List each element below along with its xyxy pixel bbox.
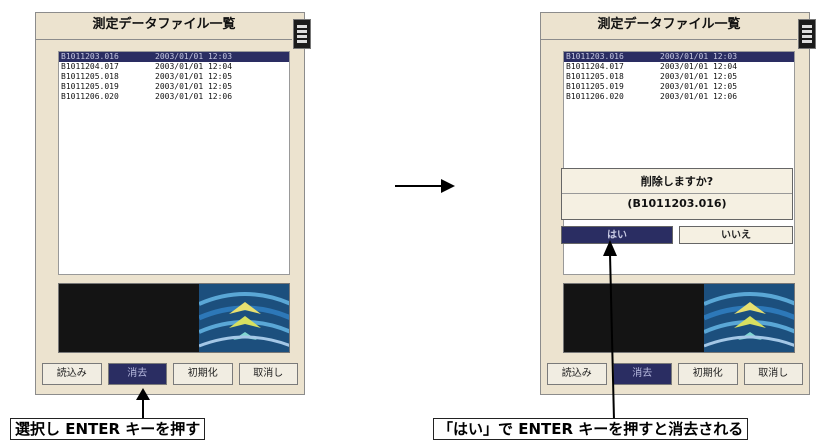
file-name: B1011206.020 — [61, 92, 119, 101]
file-name: B1011203.016 — [566, 52, 624, 61]
screen-title: 測定データファイル一覧 — [36, 13, 292, 40]
file-row[interactable]: B1011205.018 2003/01/01 12:05 — [564, 72, 794, 82]
file-row[interactable]: B1011205.019 2003/01/01 12:05 — [59, 82, 289, 92]
file-name: B1011205.019 — [566, 82, 624, 91]
no-button[interactable]: いいえ — [679, 226, 793, 244]
file-row[interactable]: B1011206.020 2003/01/01 12:06 — [564, 92, 794, 102]
function-key-bar: 読込み 消去 初期化 取消し — [547, 363, 803, 385]
file-date: 2003/01/01 12:03 — [660, 52, 738, 61]
read-button[interactable]: 読込み — [547, 363, 607, 385]
file-list: B1011203.016 2003/01/01 12:03 B1011204.0… — [58, 51, 290, 275]
file-row[interactable]: B1011206.020 2003/01/01 12:06 — [59, 92, 289, 102]
file-date: 2003/01/01 12:05 — [660, 72, 738, 81]
function-key-bar: 読込み 消去 初期化 取消し — [42, 363, 298, 385]
up-arrow-icon — [136, 388, 150, 418]
delete-button[interactable]: 消去 — [107, 363, 167, 385]
initialize-button[interactable]: 初期化 — [173, 363, 233, 385]
dialog-filename: (B1011203.016) — [627, 197, 727, 210]
file-date: 2003/01/01 12:05 — [155, 72, 233, 81]
file-name: B1011205.018 — [61, 72, 119, 81]
dialog-question: 削除しますか? — [640, 175, 714, 188]
instruction-caption-right: 「はい」で ENTER キーを押すと消去される — [433, 418, 749, 440]
file-date: 2003/01/01 12:05 — [155, 82, 233, 91]
file-name: B1011206.020 — [566, 92, 624, 101]
radar-scan-preview — [563, 283, 795, 353]
initialize-button[interactable]: 初期化 — [678, 363, 738, 385]
file-date: 2003/01/01 12:06 — [155, 92, 233, 101]
file-date: 2003/01/01 12:03 — [155, 52, 233, 61]
instruction-caption-left: 選択し ENTER キーを押す — [10, 418, 206, 440]
file-row[interactable]: B1011205.018 2003/01/01 12:05 — [59, 72, 289, 82]
battery-icon — [293, 19, 311, 49]
right-arrow-icon — [395, 179, 455, 193]
up-arrow-icon — [603, 240, 617, 420]
cancel-button[interactable]: 取消し — [743, 363, 803, 385]
dialog-divider — [562, 193, 792, 194]
file-name: B1011203.016 — [61, 52, 119, 61]
file-name: B1011204.017 — [61, 62, 119, 71]
file-date: 2003/01/01 12:04 — [155, 62, 233, 71]
file-row[interactable]: B1011203.016 2003/01/01 12:03 — [59, 52, 289, 62]
delete-confirm-dialog: 削除しますか? (B1011203.016) — [561, 168, 793, 220]
file-name: B1011205.019 — [61, 82, 119, 91]
file-row[interactable]: B1011204.017 2003/01/01 12:04 — [59, 62, 289, 72]
radar-scan-preview — [58, 283, 290, 353]
file-name: B1011204.017 — [566, 62, 624, 71]
file-date: 2003/01/01 12:06 — [660, 92, 738, 101]
device-screen-right: 測定データファイル一覧 B1011203.016 2003/01/01 12:0… — [540, 12, 816, 395]
battery-icon — [798, 19, 816, 49]
file-name: B1011205.018 — [566, 72, 624, 81]
read-button[interactable]: 読込み — [42, 363, 102, 385]
file-date: 2003/01/01 12:05 — [660, 82, 738, 91]
device-screen-left: 測定データファイル一覧 B1011203.016 2003/01/01 12:0… — [35, 12, 311, 395]
file-row[interactable]: B1011203.016 2003/01/01 12:03 — [564, 52, 794, 62]
file-date: 2003/01/01 12:04 — [660, 62, 738, 71]
file-row[interactable]: B1011205.019 2003/01/01 12:05 — [564, 82, 794, 92]
file-row[interactable]: B1011204.017 2003/01/01 12:04 — [564, 62, 794, 72]
screen-title: 測定データファイル一覧 — [541, 13, 797, 40]
cancel-button[interactable]: 取消し — [238, 363, 298, 385]
